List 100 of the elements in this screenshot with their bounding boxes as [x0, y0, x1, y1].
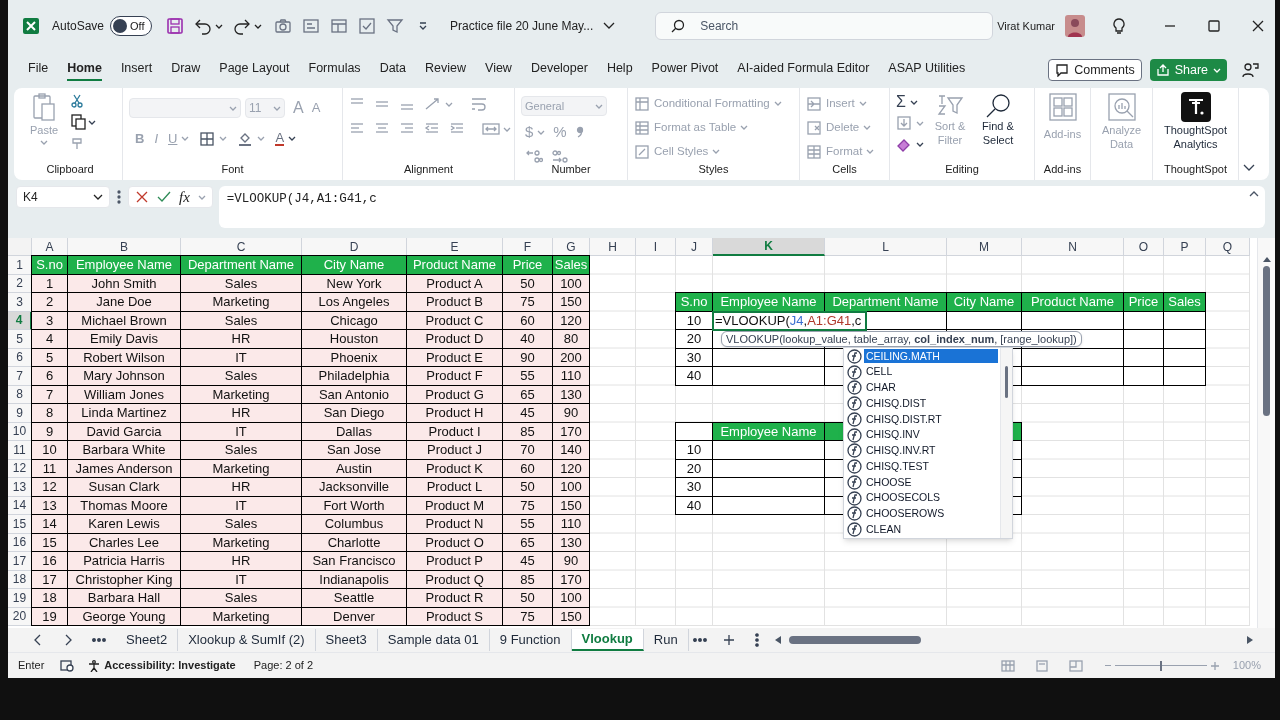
vertical-scrollbar[interactable] — [1257, 238, 1275, 628]
collapse-ribbon-icon[interactable] — [1243, 164, 1255, 172]
sheet-tab[interactable]: Xlookup & SumIf (2) — [178, 629, 316, 651]
filter-icon[interactable] — [386, 17, 405, 35]
scrollbar-thumb[interactable] — [1263, 266, 1270, 416]
autocomplete-item[interactable]: CHISQ.DIST.RT — [864, 412, 944, 427]
column-header[interactable]: G — [553, 238, 590, 256]
column-header[interactable]: D — [302, 238, 407, 256]
caret-icon[interactable] — [916, 140, 924, 148]
comma-style-icon[interactable] — [574, 125, 585, 140]
caret-icon[interactable] — [909, 98, 918, 106]
column-header[interactable]: E — [407, 238, 503, 256]
thoughtspot-button[interactable]: ThoughtSpot Analytics — [1159, 92, 1232, 152]
autocomplete-item[interactable]: CHOOSECOLS — [864, 491, 943, 506]
autocomplete-item[interactable]: CHOOSE — [864, 475, 914, 490]
decrease-indent-icon[interactable] — [424, 122, 440, 136]
sheet-tab[interactable]: Vlookup — [571, 629, 644, 651]
row-header[interactable]: 1 — [8, 256, 32, 275]
autocomplete-item[interactable]: CHISQ.INV.RT — [864, 443, 938, 458]
caret-icon[interactable] — [88, 118, 96, 126]
comments-button[interactable]: Comments — [1048, 59, 1142, 81]
row-header[interactable]: 15 — [8, 515, 32, 534]
ribbon-tab[interactable]: Formulas — [308, 58, 361, 82]
more-sheets-icon[interactable] — [692, 638, 707, 642]
ribbon-tab[interactable]: Power Pivot — [651, 58, 719, 82]
save-icon[interactable] — [166, 17, 185, 35]
table-icon[interactable] — [330, 17, 349, 35]
row-header[interactable]: 11 — [8, 441, 32, 460]
sheet-tab[interactable]: Sheet3 — [315, 629, 378, 651]
column-header[interactable]: P — [1164, 238, 1206, 256]
row-header[interactable]: 9 — [8, 404, 32, 423]
ribbon-tab[interactable]: Page Layout — [219, 58, 290, 82]
autocomplete-item[interactable]: CHISQ.TEST — [864, 459, 931, 474]
options-icon[interactable] — [754, 633, 759, 647]
autosave-toggle[interactable]: Off — [110, 16, 153, 36]
autocomplete-item[interactable]: CHISQ.INV — [864, 428, 922, 443]
avatar-icon[interactable] — [1065, 15, 1085, 37]
column-header[interactable]: O — [1124, 238, 1164, 256]
customize-icon[interactable] — [418, 21, 429, 31]
close-icon[interactable] — [1251, 19, 1265, 33]
ribbon-tab[interactable]: Review — [425, 58, 467, 82]
lightbulb-icon[interactable] — [1111, 17, 1127, 35]
active-cell-editor[interactable]: =VLOOKUP(J4,A1:G41,c — [712, 310, 868, 331]
column-header[interactable]: B — [68, 238, 181, 256]
wrap-text-icon[interactable] — [470, 96, 488, 112]
page-break-icon[interactable] — [1068, 659, 1083, 672]
list-scrollbar[interactable] — [1000, 347, 1012, 538]
sheet-tab[interactable]: 9 Function — [489, 629, 572, 651]
macro-record-icon[interactable] — [60, 659, 75, 672]
ribbon-tab[interactable]: AI-aided Formula Editor — [737, 58, 870, 82]
scrollbar-thumb[interactable] — [1005, 365, 1008, 398]
form-icon[interactable] — [302, 17, 321, 35]
orientation-icon[interactable] — [424, 97, 442, 111]
row-header[interactable]: 7 — [8, 367, 32, 386]
fill-down-icon[interactable] — [896, 115, 912, 131]
column-header[interactable]: F — [503, 238, 553, 256]
ribbon-tab[interactable]: Data — [379, 58, 407, 82]
cancel-icon[interactable] — [135, 190, 149, 204]
zoom-slider[interactable] — [1114, 660, 1207, 671]
column-header[interactable]: K — [713, 238, 825, 256]
ribbon-tab[interactable]: View — [485, 58, 512, 82]
more-sheets-icon[interactable] — [92, 638, 106, 642]
column-header[interactable]: M — [947, 238, 1022, 256]
ribbon-tab[interactable]: Help — [606, 58, 633, 82]
ribbon-tab[interactable]: File — [28, 58, 49, 82]
redo-icon[interactable] — [233, 17, 252, 35]
row-header[interactable]: 5 — [8, 330, 32, 349]
file-title[interactable]: Practice file 20 June May... — [450, 17, 594, 35]
autocomplete-item[interactable]: CEILING.MATH — [864, 349, 998, 364]
autocomplete-item[interactable]: CHAR — [864, 380, 898, 395]
decrease-decimal-icon[interactable] — [551, 148, 569, 163]
column-header[interactable]: N — [1022, 238, 1124, 256]
increase-indent-icon[interactable] — [449, 122, 465, 136]
formula-field[interactable]: =VLOOKUP(J4,A1:G41,c — [218, 186, 1265, 228]
autocomplete-item[interactable]: CLEAN — [864, 522, 903, 537]
caret-icon[interactable] — [215, 22, 224, 30]
add-sheet-icon[interactable] — [722, 634, 735, 646]
undo-icon[interactable] — [194, 17, 213, 35]
column-header[interactable]: Q — [1206, 238, 1250, 256]
sheet-tab[interactable]: Sheet2 — [116, 629, 179, 651]
name-box[interactable]: K4 — [16, 186, 110, 208]
search-field[interactable]: Search — [655, 12, 994, 40]
insert-function-button[interactable]: fx — [179, 189, 190, 205]
maximize-icon[interactable] — [1207, 19, 1221, 33]
scrollbar-thumb[interactable] — [788, 636, 921, 644]
merge-center-icon[interactable] — [482, 122, 500, 136]
format-painter-icon[interactable] — [70, 136, 84, 150]
column-header[interactable]: H — [590, 238, 636, 256]
ribbon-tab[interactable]: Draw — [171, 58, 201, 82]
ribbon-tab[interactable]: Home — [67, 58, 102, 82]
column-header[interactable]: L — [825, 238, 947, 256]
caret-icon[interactable] — [288, 135, 297, 143]
increase-decimal-icon[interactable] — [525, 148, 543, 163]
ribbon-tab[interactable]: Developer — [530, 58, 588, 82]
zoom-in-icon[interactable] — [1210, 661, 1219, 670]
previous-sheet-icon[interactable] — [34, 634, 42, 646]
chevron-down-icon[interactable] — [603, 22, 616, 30]
column-header[interactable]: C — [181, 238, 302, 256]
caret-icon[interactable] — [254, 22, 263, 30]
row-header[interactable]: 17 — [8, 552, 32, 571]
